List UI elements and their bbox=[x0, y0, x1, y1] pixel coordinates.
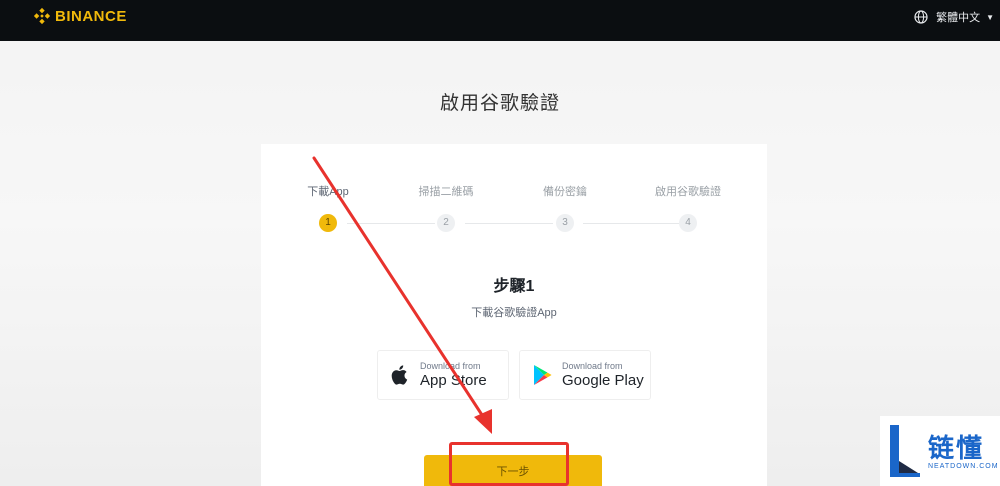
watermark-logo-icon bbox=[890, 425, 920, 477]
annotation-highlight-box bbox=[449, 442, 569, 486]
watermark-en: NEATDOWN.COM bbox=[928, 462, 999, 470]
annotation-arrow bbox=[312, 156, 492, 434]
watermark-cn: 链懂 bbox=[928, 432, 985, 463]
watermark: 链懂 NEATDOWN.COM bbox=[880, 416, 1000, 486]
